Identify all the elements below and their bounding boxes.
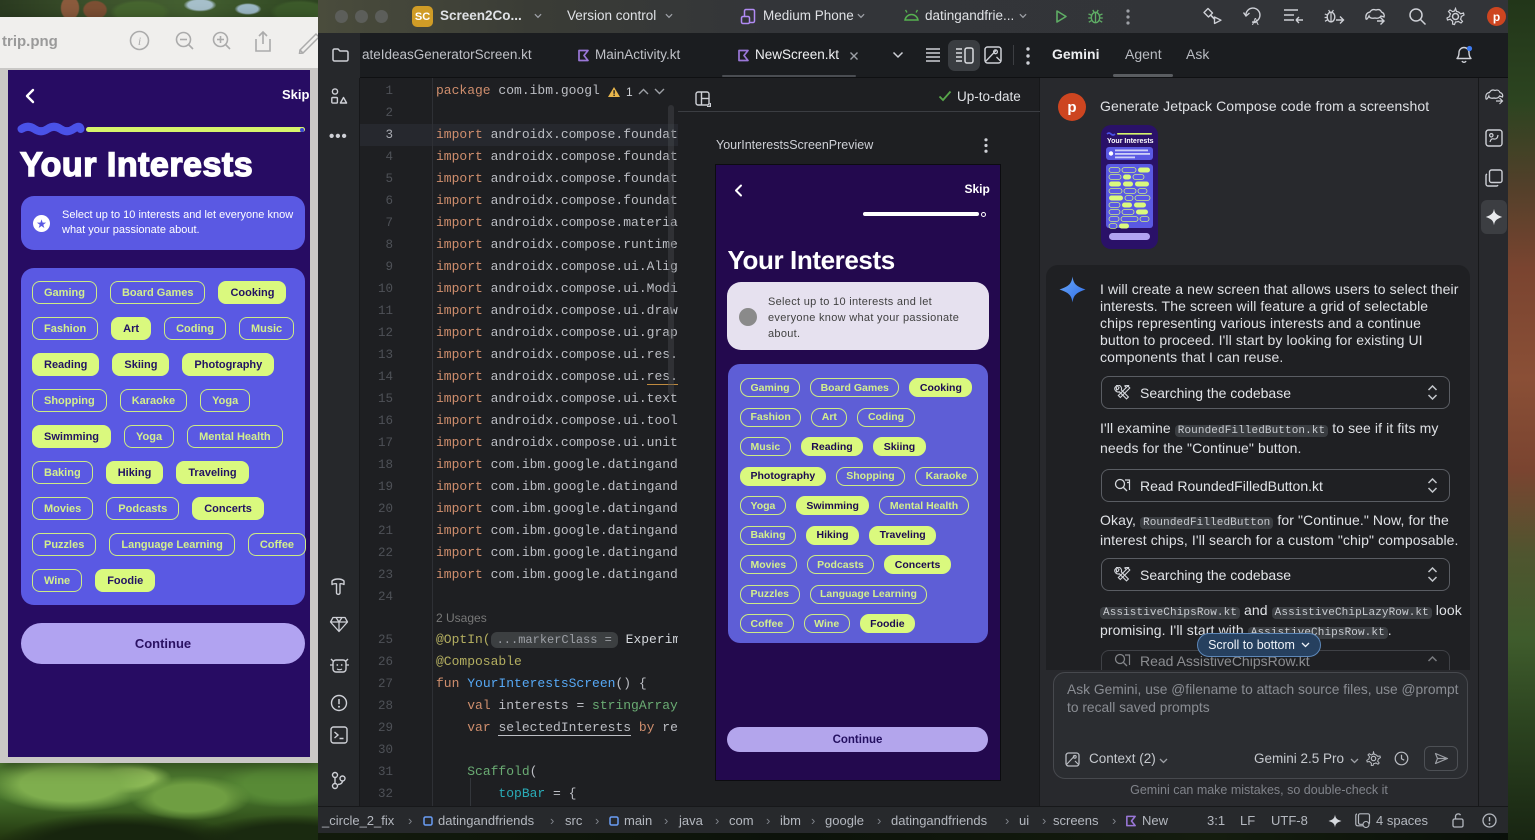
svg-text:A: A bbox=[1252, 17, 1259, 26]
svg-text:Your Interests: Your Interests bbox=[1107, 138, 1154, 145]
svg-text:i: i bbox=[138, 34, 141, 48]
